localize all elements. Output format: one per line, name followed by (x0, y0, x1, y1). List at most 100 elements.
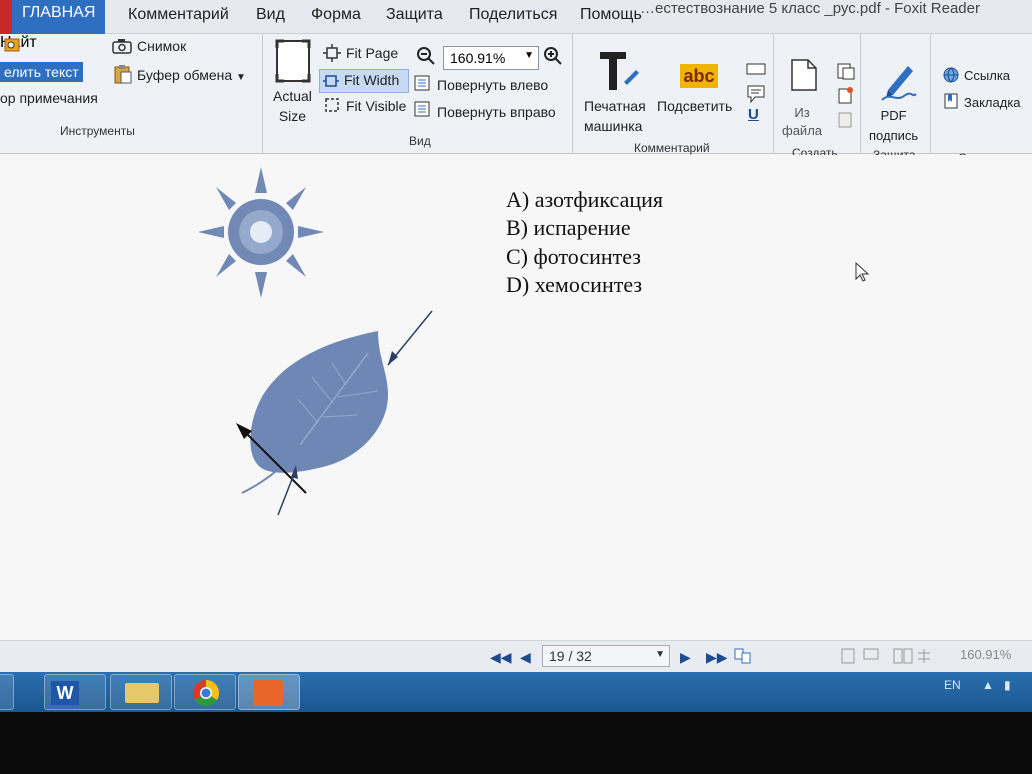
ribbon-separator (930, 34, 931, 154)
last-page-icon[interactable]: ▶▶ (706, 649, 728, 666)
zoom-value: 160.91% (450, 50, 506, 66)
tab-help[interactable]: Помощь (580, 6, 642, 24)
blank-page-icon[interactable] (836, 62, 856, 80)
ribbon-separator (572, 34, 573, 154)
page-layout-icon[interactable] (733, 647, 753, 665)
language-indicator[interactable]: EN (944, 678, 961, 692)
clipboard-button[interactable]: Буфер обмена ▼ (137, 67, 246, 83)
group-label-view: Вид (409, 134, 431, 148)
taskbar-chrome[interactable] (174, 674, 236, 710)
answer-option-b: B) испарение (506, 215, 631, 240)
screen: ГЛАВНАЯ Комментарий Вид Форма Защита Под… (0, 0, 1032, 712)
page-number: 19 / 32 (549, 648, 592, 664)
pen-signature-icon (881, 66, 917, 101)
fit-width-label: Fit Width (344, 72, 400, 88)
new-page-icon[interactable] (836, 86, 856, 104)
status-zoom[interactable]: 160.91% (960, 647, 1011, 662)
fit-visible-button[interactable]: Fit Visible (346, 98, 406, 114)
rotate-left-button[interactable]: Повернуть влево (437, 77, 548, 93)
pdf-sign-button[interactable]: PDF подпись (869, 106, 918, 146)
note-icon[interactable] (746, 84, 766, 104)
leaf-illustration (236, 310, 433, 516)
pdf-sign-label-2: подпись (869, 128, 919, 143)
rotate-right-icon (414, 101, 430, 117)
tab-view[interactable]: Вид (256, 6, 285, 24)
rotate-right-button[interactable]: Повернуть вправо (437, 104, 556, 120)
tab-comment[interactable]: Комментарий (128, 6, 229, 24)
search-icon (4, 38, 20, 52)
fit-visible-icon (325, 98, 339, 112)
highlight-button[interactable]: Подсветить (657, 98, 732, 114)
window-title: …естествознание 5 класс _рус.pdf - Foxit… (640, 0, 980, 17)
select-text-button[interactable]: елить текст (0, 62, 83, 82)
chevron-down-icon: ▼ (655, 649, 665, 660)
app-menu-strip[interactable] (0, 0, 12, 34)
chrome-icon (193, 679, 220, 707)
answer-option-c: C) фотосинтез (506, 244, 641, 269)
ribbon-separator (860, 34, 861, 154)
chevron-down-icon: ▼ (236, 72, 246, 83)
actual-size-label-2: Size (278, 108, 307, 124)
sun-illustration (198, 167, 324, 298)
snapshot-button[interactable]: Снимок (137, 38, 186, 54)
taskbar-word[interactable]: W (44, 674, 106, 710)
typewriter-label-2: машинка (584, 118, 643, 134)
underline-icon[interactable]: U (748, 106, 759, 123)
answer-option-a: A) азотфиксация (506, 187, 663, 212)
document-page[interactable]: A) азотфиксация B) испарение C) фотосинт… (0, 155, 1032, 645)
chevron-down-icon: ▼ (524, 50, 534, 61)
typewriter-label-1: Печатная (584, 98, 646, 114)
answer-option-d: D) хемосинтез (506, 272, 643, 297)
pdf-sign-label-1: PDF (880, 108, 907, 123)
group-label-tools: Инструменты (60, 124, 135, 138)
tray-flag-icon[interactable]: ▮ (1004, 678, 1011, 692)
from-file-label-1: Из (794, 105, 810, 120)
start-button[interactable] (0, 674, 14, 710)
bookmark-button[interactable]: Закладка (964, 95, 1021, 110)
taskbar: W EN ▲ ▮ (0, 672, 1032, 712)
from-file-button[interactable]: Из файла (782, 104, 822, 140)
tab-protect[interactable]: Защита (386, 6, 443, 24)
actual-size-button[interactable]: Actual Size (273, 86, 312, 126)
textbox-icon[interactable] (745, 62, 767, 76)
actual-size-icon (275, 39, 311, 83)
first-page-icon[interactable]: ◀◀ (490, 649, 512, 666)
folder-icon (125, 683, 159, 703)
status-bar: ◀◀ ◀ 19 / 32 ▼ ▶ ▶▶ 160.91% (0, 640, 1032, 672)
clipboard-icon (114, 65, 132, 84)
link-button[interactable]: Ссылка (964, 68, 1010, 83)
zoom-out-icon[interactable] (416, 46, 436, 66)
actual-size-label-1: Actual (273, 88, 312, 104)
taskbar-foxit[interactable] (238, 674, 300, 710)
taskbar-explorer[interactable] (110, 674, 172, 710)
zoom-in-icon[interactable] (543, 46, 563, 66)
mouse-cursor-icon (855, 261, 870, 282)
camera-icon (112, 39, 132, 54)
rotate-left-icon (414, 75, 430, 91)
word-icon: W (51, 681, 79, 705)
typewriter-icon (600, 52, 639, 90)
fit-width-button[interactable]: Fit Width (319, 69, 409, 93)
ribbon-separator (773, 34, 774, 154)
tab-home[interactable]: ГЛАВНАЯ (12, 0, 106, 34)
tray-up-icon[interactable]: ▲ (982, 678, 994, 692)
fit-page-icon (323, 44, 341, 62)
fit-page-button[interactable]: Fit Page (346, 45, 398, 61)
previous-page-icon[interactable]: ◀ (520, 649, 531, 666)
view-mode-icons[interactable] (840, 647, 944, 665)
tab-form[interactable]: Форма (311, 6, 361, 24)
scan-page-icon[interactable] (836, 110, 856, 128)
globe-link-icon (943, 67, 959, 83)
select-annotation-button[interactable]: ор примечания (0, 90, 98, 106)
zoom-select[interactable]: 160.91% ▼ (443, 46, 539, 70)
highlight-icon: abc (680, 64, 718, 88)
typewriter-button[interactable]: Печатная машинка (584, 96, 646, 136)
tab-share[interactable]: Поделиться (469, 6, 557, 24)
from-file-label-2: файла (782, 123, 823, 138)
clipboard-label: Буфер обмена (137, 67, 233, 83)
next-page-icon[interactable]: ▶ (680, 649, 691, 666)
menu-bar: ГЛАВНАЯ Комментарий Вид Форма Защита Под… (0, 0, 1032, 34)
group-label-comment: Комментарий (634, 141, 710, 155)
page-number-field[interactable]: 19 / 32 ▼ (542, 645, 670, 667)
ribbon: Снимок Буфер обмена ▼ елить текст ор при… (0, 34, 1032, 165)
